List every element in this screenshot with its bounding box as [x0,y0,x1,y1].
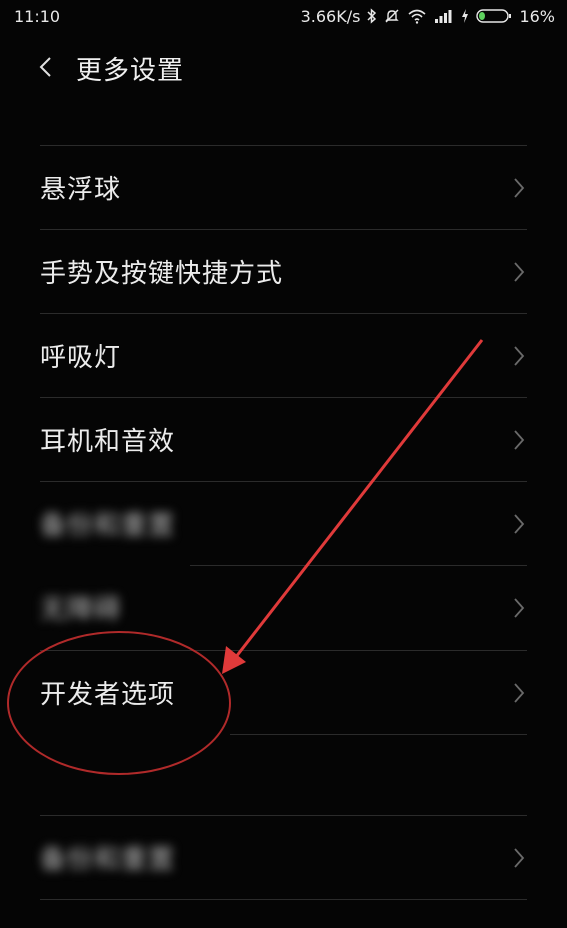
list-item-floating-ball[interactable]: 悬浮球 [0,145,567,229]
divider [40,899,527,900]
list-item-breathing-light[interactable]: 呼吸灯 [0,313,567,397]
list-item-gestures-shortcuts[interactable]: 手势及按键快捷方式 [0,229,567,313]
chevron-right-icon [512,177,526,199]
list-item-label: 耳机和音效 [40,427,176,457]
list-item-label: 手势及按键快捷方式 [40,259,284,289]
list-item-label: 无障碍 [40,595,122,625]
list-item-blurred-3[interactable]: 备份和重置 [0,815,567,899]
list-item-label: 呼吸灯 [40,343,122,373]
list-item-developer-options[interactable]: 开发者选项 [0,650,567,734]
chevron-right-icon [512,847,526,869]
chevron-right-icon [512,345,526,367]
chevron-right-icon [512,429,526,451]
list-item-label: 备份和重置 [40,511,176,541]
chevron-right-icon [512,597,526,619]
chevron-right-icon [512,513,526,535]
list-item-label: 备份和重置 [40,845,176,875]
settings-list: 悬浮球 手势及按键快捷方式 呼吸灯 耳机和音效 备份和重置 无障碍 开发者选项 … [0,0,567,928]
list-item-blurred-2[interactable]: 无障碍 [0,565,567,649]
list-item-label: 开发者选项 [40,680,176,710]
divider [230,734,527,735]
chevron-right-icon [512,261,526,283]
list-item-label: 悬浮球 [40,175,122,205]
chevron-right-icon [512,682,526,704]
settings-screen: 11:10 3.66K/s 16% 更多设置 悬浮球 手势及按键快捷方式 呼吸灯… [0,0,567,928]
list-item-blurred-1[interactable]: 备份和重置 [0,481,567,565]
list-item-headphones-audio[interactable]: 耳机和音效 [0,397,567,481]
